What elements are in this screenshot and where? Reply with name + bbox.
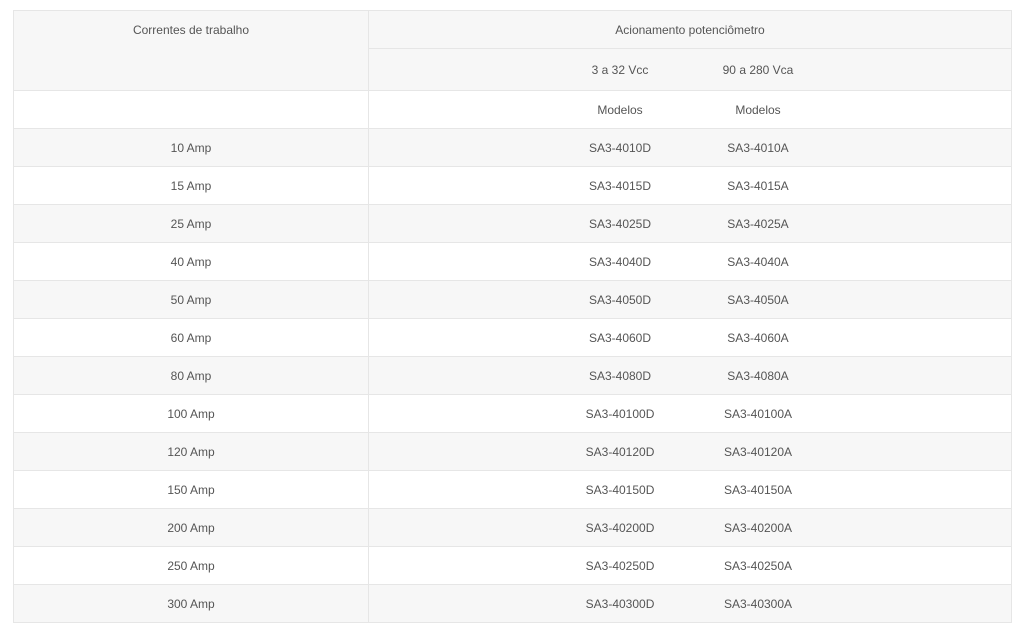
- current-cell: 15 Amp: [13, 166, 369, 205]
- models-label-ac: Modelos: [735, 102, 781, 117]
- models-label-dc: Modelos: [597, 102, 643, 117]
- model-dc: SA3-4040D: [588, 254, 652, 269]
- current-cell: 50 Amp: [13, 280, 369, 319]
- header-row-voltage: 3 a 32 Vcc 90 a 280 Vca: [13, 48, 1012, 91]
- models-cell: SA3-4015D SA3-4015A: [368, 166, 1012, 205]
- models-cell: SA3-4080D SA3-4080A: [368, 356, 1012, 395]
- model-dc: SA3-40100D: [585, 406, 655, 421]
- current-cell: 40 Amp: [13, 242, 369, 281]
- table-row: 100 Amp SA3-40100D SA3-40100A: [13, 394, 1012, 433]
- table-row: 40 Amp SA3-4040D SA3-4040A: [13, 242, 1012, 281]
- current-cell: 60 Amp: [13, 318, 369, 357]
- current-cell: 300 Amp: [13, 584, 369, 623]
- current-cell: 10 Amp: [13, 128, 369, 167]
- model-ac: SA3-4025A: [727, 216, 789, 231]
- current-cell: 250 Amp: [13, 546, 369, 585]
- model-ac: SA3-40100A: [723, 406, 793, 421]
- header-row-title: Correntes de trabalho Acionamento potenc…: [13, 10, 1012, 49]
- models-empty-cell: [13, 90, 369, 129]
- models-cell: SA3-4060D SA3-4060A: [368, 318, 1012, 357]
- table-row: 10 Amp SA3-4010D SA3-4010A: [13, 128, 1012, 167]
- current-cell: 200 Amp: [13, 508, 369, 547]
- model-dc: SA3-4010D: [588, 140, 652, 155]
- models-table-container: Correntes de trabalho Acionamento potenc…: [13, 10, 1012, 623]
- table-row: 300 Amp SA3-40300D SA3-40300A: [13, 584, 1012, 623]
- current-cell: 120 Amp: [13, 432, 369, 471]
- model-ac: SA3-4015A: [727, 178, 789, 193]
- table-row: 200 Amp SA3-40200D SA3-40200A: [13, 508, 1012, 547]
- model-ac: SA3-40120A: [723, 444, 793, 459]
- header-acionamento: Acionamento potenciômetro: [368, 10, 1012, 49]
- model-dc: SA3-40200D: [585, 520, 655, 535]
- model-dc: SA3-4015D: [588, 178, 652, 193]
- model-dc: SA3-40120D: [585, 444, 655, 459]
- model-dc: SA3-40250D: [585, 558, 655, 573]
- model-dc: SA3-4025D: [588, 216, 652, 231]
- model-ac: SA3-4080A: [727, 368, 789, 383]
- model-ac: SA3-4050A: [727, 292, 789, 307]
- model-ac: SA3-40200A: [723, 520, 793, 535]
- model-ac: SA3-4060A: [727, 330, 789, 345]
- model-ac: SA3-4040A: [727, 254, 789, 269]
- model-dc: SA3-4080D: [588, 368, 652, 383]
- table-row: 250 Amp SA3-40250D SA3-40250A: [13, 546, 1012, 585]
- table-row: 120 Amp SA3-40120D SA3-40120A: [13, 432, 1012, 471]
- model-dc: SA3-40300D: [585, 596, 655, 611]
- models-cell: SA3-40100D SA3-40100A: [368, 394, 1012, 433]
- models-cell: SA3-40300D SA3-40300A: [368, 584, 1012, 623]
- model-dc: SA3-4060D: [588, 330, 652, 345]
- header-row-models: Modelos Modelos: [13, 90, 1012, 129]
- model-ac: SA3-40150A: [723, 482, 793, 497]
- header-empty-cell: [13, 48, 369, 91]
- models-cell: SA3-4025D SA3-4025A: [368, 204, 1012, 243]
- models-cell: SA3-4010D SA3-4010A: [368, 128, 1012, 167]
- model-ac: SA3-4010A: [727, 140, 789, 155]
- header-correntes: Correntes de trabalho: [13, 10, 369, 49]
- table-row: 15 Amp SA3-4015D SA3-4015A: [13, 166, 1012, 205]
- header-voltage-cell: 3 a 32 Vcc 90 a 280 Vca: [368, 48, 1012, 91]
- table-row: 80 Amp SA3-4080D SA3-4080A: [13, 356, 1012, 395]
- table-row: 50 Amp SA3-4050D SA3-4050A: [13, 280, 1012, 319]
- table-row: 150 Amp SA3-40150D SA3-40150A: [13, 470, 1012, 509]
- model-dc: SA3-4050D: [588, 292, 652, 307]
- current-cell: 100 Amp: [13, 394, 369, 433]
- current-cell: 150 Amp: [13, 470, 369, 509]
- models-table: Correntes de trabalho Acionamento potenc…: [13, 10, 1012, 623]
- models-cell: SA3-4040D SA3-4040A: [368, 242, 1012, 281]
- models-label-cell: Modelos Modelos: [368, 90, 1012, 129]
- current-cell: 25 Amp: [13, 204, 369, 243]
- models-cell: SA3-40150D SA3-40150A: [368, 470, 1012, 509]
- models-cell: SA3-40200D SA3-40200A: [368, 508, 1012, 547]
- current-cell: 80 Amp: [13, 356, 369, 395]
- models-cell: SA3-40250D SA3-40250A: [368, 546, 1012, 585]
- table-row: 60 Amp SA3-4060D SA3-4060A: [13, 318, 1012, 357]
- header-voltage-ac: 90 a 280 Vca: [722, 62, 794, 77]
- model-ac: SA3-40300A: [723, 596, 793, 611]
- table-row: 25 Amp SA3-4025D SA3-4025A: [13, 204, 1012, 243]
- header-voltage-dc: 3 a 32 Vcc: [591, 62, 649, 77]
- model-ac: SA3-40250A: [723, 558, 793, 573]
- models-cell: SA3-4050D SA3-4050A: [368, 280, 1012, 319]
- models-cell: SA3-40120D SA3-40120A: [368, 432, 1012, 471]
- model-dc: SA3-40150D: [585, 482, 655, 497]
